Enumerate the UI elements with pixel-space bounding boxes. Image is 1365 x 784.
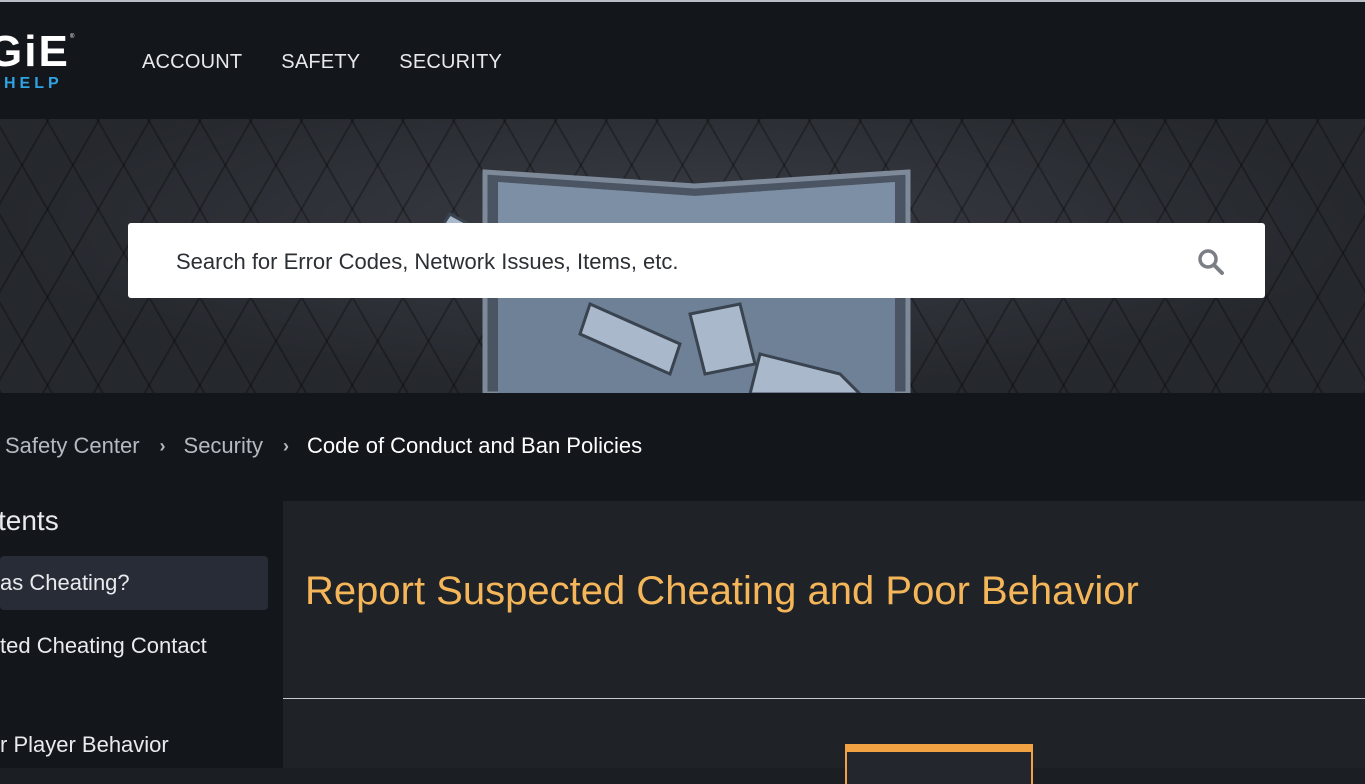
article-content: Report Suspected Cheating and Poor Behav… bbox=[283, 501, 1365, 784]
chevron-right-icon: › bbox=[159, 435, 166, 456]
sidebar-title: tents bbox=[0, 505, 59, 536]
logo-help-text: HELP bbox=[4, 75, 63, 92]
hero-banner bbox=[0, 119, 1365, 393]
page-title: Report Suspected Cheating and Poor Behav… bbox=[305, 569, 1139, 613]
nav-account-link[interactable]: ACCOUNT bbox=[142, 51, 242, 74]
site-logo[interactable]: GiE ® HELP bbox=[0, 30, 80, 96]
orange-tab-button[interactable] bbox=[845, 744, 1033, 784]
breadcrumb-security[interactable]: Security bbox=[184, 433, 263, 459]
nav-security-link[interactable]: SECURITY bbox=[399, 51, 502, 74]
contents-sidebar: tents as Cheating? ted Cheating Contact … bbox=[0, 501, 283, 768]
breadcrumb-current-page: Code of Conduct and Ban Policies bbox=[307, 433, 643, 458]
logo-registered-mark: ® bbox=[70, 34, 75, 40]
top-navigation-bar: GiE ® HELP ACCOUNT SAFETY SECURITY bbox=[0, 0, 1365, 119]
breadcrumb-bar: Safety Center › Security › Code of Condu… bbox=[0, 393, 1365, 501]
logo-wordmark: GiE bbox=[0, 30, 70, 76]
main-nav: ACCOUNT SAFETY SECURITY bbox=[142, 51, 502, 74]
search-box bbox=[128, 223, 1265, 300]
sidebar-item-player-behavior[interactable]: r Player Behavior bbox=[0, 732, 169, 758]
search-icon[interactable] bbox=[1197, 248, 1225, 276]
nav-safety-link[interactable]: SAFETY bbox=[281, 51, 360, 74]
search-input[interactable] bbox=[174, 223, 1178, 300]
sidebar-item-cheating[interactable]: as Cheating? bbox=[0, 570, 130, 596]
breadcrumb: Safety Center › Security › Code of Condu… bbox=[5, 433, 642, 459]
breadcrumb-safety-center[interactable]: Safety Center bbox=[5, 433, 140, 459]
chevron-right-icon: › bbox=[283, 435, 289, 456]
divider bbox=[283, 698, 1365, 699]
sidebar-item-cheating-contact[interactable]: ted Cheating Contact bbox=[0, 633, 207, 659]
